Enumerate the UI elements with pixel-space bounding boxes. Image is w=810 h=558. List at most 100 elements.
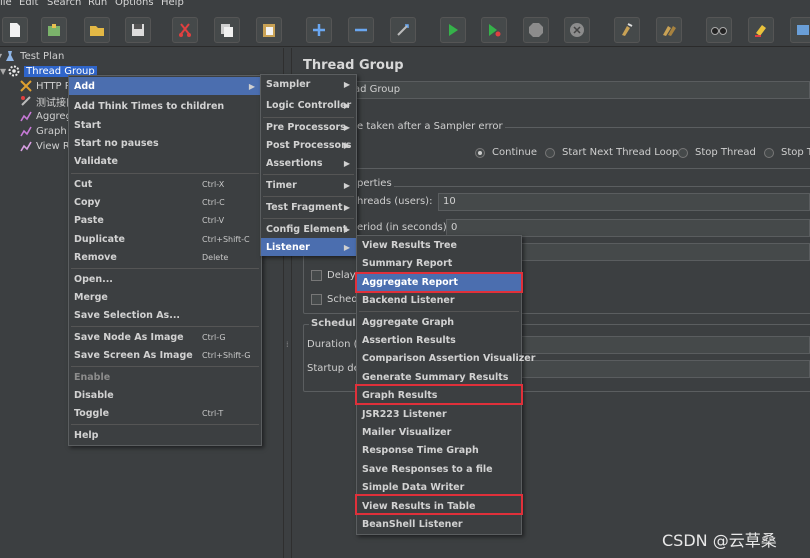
cut-icon[interactable] <box>172 17 198 43</box>
scheduler-checkbox-label: Sched <box>327 294 358 305</box>
tree-item-aggregate[interactable]: Aggreg <box>20 109 72 123</box>
submenu-item-test-fragment[interactable]: Test Fragment ▶ <box>261 198 356 216</box>
chevron-right-icon: ▶ <box>343 100 350 110</box>
submenu-item-timer[interactable]: Timer ▶ <box>261 176 356 194</box>
radio-stop-thread[interactable]: Stop Thread <box>678 147 756 158</box>
search-icon[interactable] <box>706 17 732 43</box>
start-icon[interactable] <box>440 17 466 43</box>
name-field[interactable]: ad Group <box>349 81 810 99</box>
scheduler-checkbox[interactable] <box>311 294 322 305</box>
reset-search-icon[interactable] <box>748 17 774 43</box>
submenu-item-listener[interactable]: Listener ▶ <box>261 238 356 256</box>
chevron-down-icon[interactable]: ▼ <box>0 52 2 61</box>
delay-checkbox[interactable] <box>311 270 322 281</box>
grip-icon: ⁞ <box>286 340 289 349</box>
listener-item-view-results-tree[interactable]: View Results Tree <box>357 236 521 254</box>
menu-item-save-screen-image[interactable]: Save Screen As Image Ctrl+Shift-G <box>69 346 261 364</box>
menu-separator <box>71 326 259 327</box>
menu-options[interactable]: Options <box>115 0 154 8</box>
start-no-pauses-icon[interactable] <box>481 17 507 43</box>
listener-item-assertion-results[interactable]: Assertion Results <box>357 331 521 349</box>
listener-icon <box>20 141 32 152</box>
menu-item-merge[interactable]: Merge <box>69 288 261 306</box>
menu-item-save-selection[interactable]: Save Selection As... <box>69 306 261 324</box>
menu-item-duplicate[interactable]: Duplicate Ctrl+Shift-C <box>69 230 261 248</box>
menu-item-paste[interactable]: Paste Ctrl-V <box>69 211 261 229</box>
submenu-item-assertions[interactable]: Assertions ▶ <box>261 154 356 172</box>
menu-item-remove[interactable]: Remove Delete <box>69 248 261 266</box>
submenu-item-sampler[interactable]: Sampler ▶ <box>261 75 356 93</box>
toolbar <box>0 9 810 47</box>
menu-item-validate[interactable]: Validate <box>69 152 261 170</box>
menu-item-start[interactable]: Start <box>69 116 261 134</box>
chevron-right-icon: ▶ <box>343 242 350 252</box>
paste-icon[interactable] <box>256 17 282 43</box>
listener-item-jsr223-listener[interactable]: JSR223 Listener <box>357 405 521 423</box>
chevron-right-icon: ▶ <box>343 224 350 234</box>
listener-item-beanshell-listener[interactable]: BeanShell Listener <box>357 515 521 533</box>
menu-item-help[interactable]: Help <box>69 426 261 444</box>
menu-item-save-node-image[interactable]: Save Node As Image Ctrl-G <box>69 328 261 346</box>
menu-item-open[interactable]: Open... <box>69 270 261 288</box>
tree-item-test-plan[interactable]: ▼ Test Plan <box>0 49 64 63</box>
menu-item-cut[interactable]: Cut Ctrl-X <box>69 175 261 193</box>
menu-item-add-think-times[interactable]: Add Think Times to children <box>69 97 261 115</box>
menu-item-toggle[interactable]: Toggle Ctrl-T <box>69 404 261 422</box>
menu-item-copy[interactable]: Copy Ctrl-C <box>69 193 261 211</box>
listener-item-comparison-assertion-visualizer[interactable]: Comparison Assertion Visualizer <box>357 349 535 367</box>
menu-run[interactable]: Run <box>88 0 107 8</box>
rampup-label: eriod (in seconds): <box>357 222 451 233</box>
annotation-box-view-results-in-table <box>355 494 523 515</box>
clear-icon[interactable] <box>614 17 640 43</box>
listener-item-summary-report[interactable]: Summary Report <box>357 254 521 272</box>
radio-start-next-loop[interactable]: Start Next Thread Loop <box>545 147 678 158</box>
copy-icon[interactable] <box>214 17 240 43</box>
function-helper-icon[interactable] <box>790 17 810 43</box>
chart-icon <box>20 126 32 137</box>
chevron-right-icon: ▶ <box>343 202 350 212</box>
chart-icon <box>20 111 32 122</box>
menu-item-start-no-pauses[interactable]: Start no pauses <box>69 134 261 152</box>
menubar: ile Edit Search Run Options Help <box>0 0 810 9</box>
listener-item-backend-listener[interactable]: Backend Listener <box>357 291 521 309</box>
threads-label: hreads (users): <box>357 196 433 207</box>
tree-item-http-request[interactable]: HTTP R <box>20 79 72 93</box>
menu-separator <box>359 311 519 312</box>
save-icon[interactable] <box>125 17 151 43</box>
watermark: CSDN @云草桑 <box>662 531 777 550</box>
submenu-item-post-processors[interactable]: Post Processors ▶ <box>261 136 356 154</box>
templates-icon[interactable] <box>41 17 67 43</box>
collapse-icon[interactable] <box>348 17 374 43</box>
listener-item-aggregate-graph[interactable]: Aggregate Graph <box>357 313 521 331</box>
chevron-down-icon[interactable]: ▼ <box>0 67 6 76</box>
open-icon[interactable] <box>84 17 110 43</box>
listener-item-save-responses[interactable]: Save Responses to a file <box>357 460 521 478</box>
menu-item-add[interactable]: Add ▶ <box>69 77 261 95</box>
menu-separator <box>263 174 354 175</box>
shutdown-icon[interactable] <box>564 17 590 43</box>
menu-help[interactable]: Help <box>161 0 184 8</box>
chevron-right-icon: ▶ <box>343 122 350 132</box>
menu-search[interactable]: Search <box>47 0 81 8</box>
clear-all-icon[interactable] <box>656 17 682 43</box>
radio-stop-test[interactable]: Stop Te <box>764 147 810 158</box>
radio-continue[interactable]: Continue <box>475 147 537 158</box>
threads-input[interactable]: 10 <box>438 193 810 211</box>
startup-delay-input[interactable] <box>521 360 810 378</box>
new-icon[interactable] <box>2 17 28 43</box>
submenu-item-pre-processors[interactable]: Pre Processors ▶ <box>261 118 356 136</box>
menu-separator <box>263 218 354 219</box>
loop-count-input[interactable] <box>521 243 810 261</box>
submenu-item-logic-controller[interactable]: Logic Controller ▶ <box>261 96 356 114</box>
listener-item-response-time-graph[interactable]: Response Time Graph <box>357 441 521 459</box>
menu-item-disable[interactable]: Disable <box>69 386 261 404</box>
menu-file[interactable]: ile <box>0 0 12 8</box>
menu-edit[interactable]: Edit <box>19 0 38 8</box>
stop-icon[interactable] <box>523 17 549 43</box>
submenu-item-config-element[interactable]: Config Element ▶ <box>261 220 356 238</box>
listener-item-mailer-visualizer[interactable]: Mailer Visualizer <box>357 423 521 441</box>
expand-icon[interactable] <box>306 17 332 43</box>
add-submenu: Sampler ▶ Logic Controller ▶ Pre Processor… <box>260 74 357 256</box>
toggle-icon[interactable] <box>390 17 416 43</box>
duration-input[interactable] <box>521 336 810 354</box>
